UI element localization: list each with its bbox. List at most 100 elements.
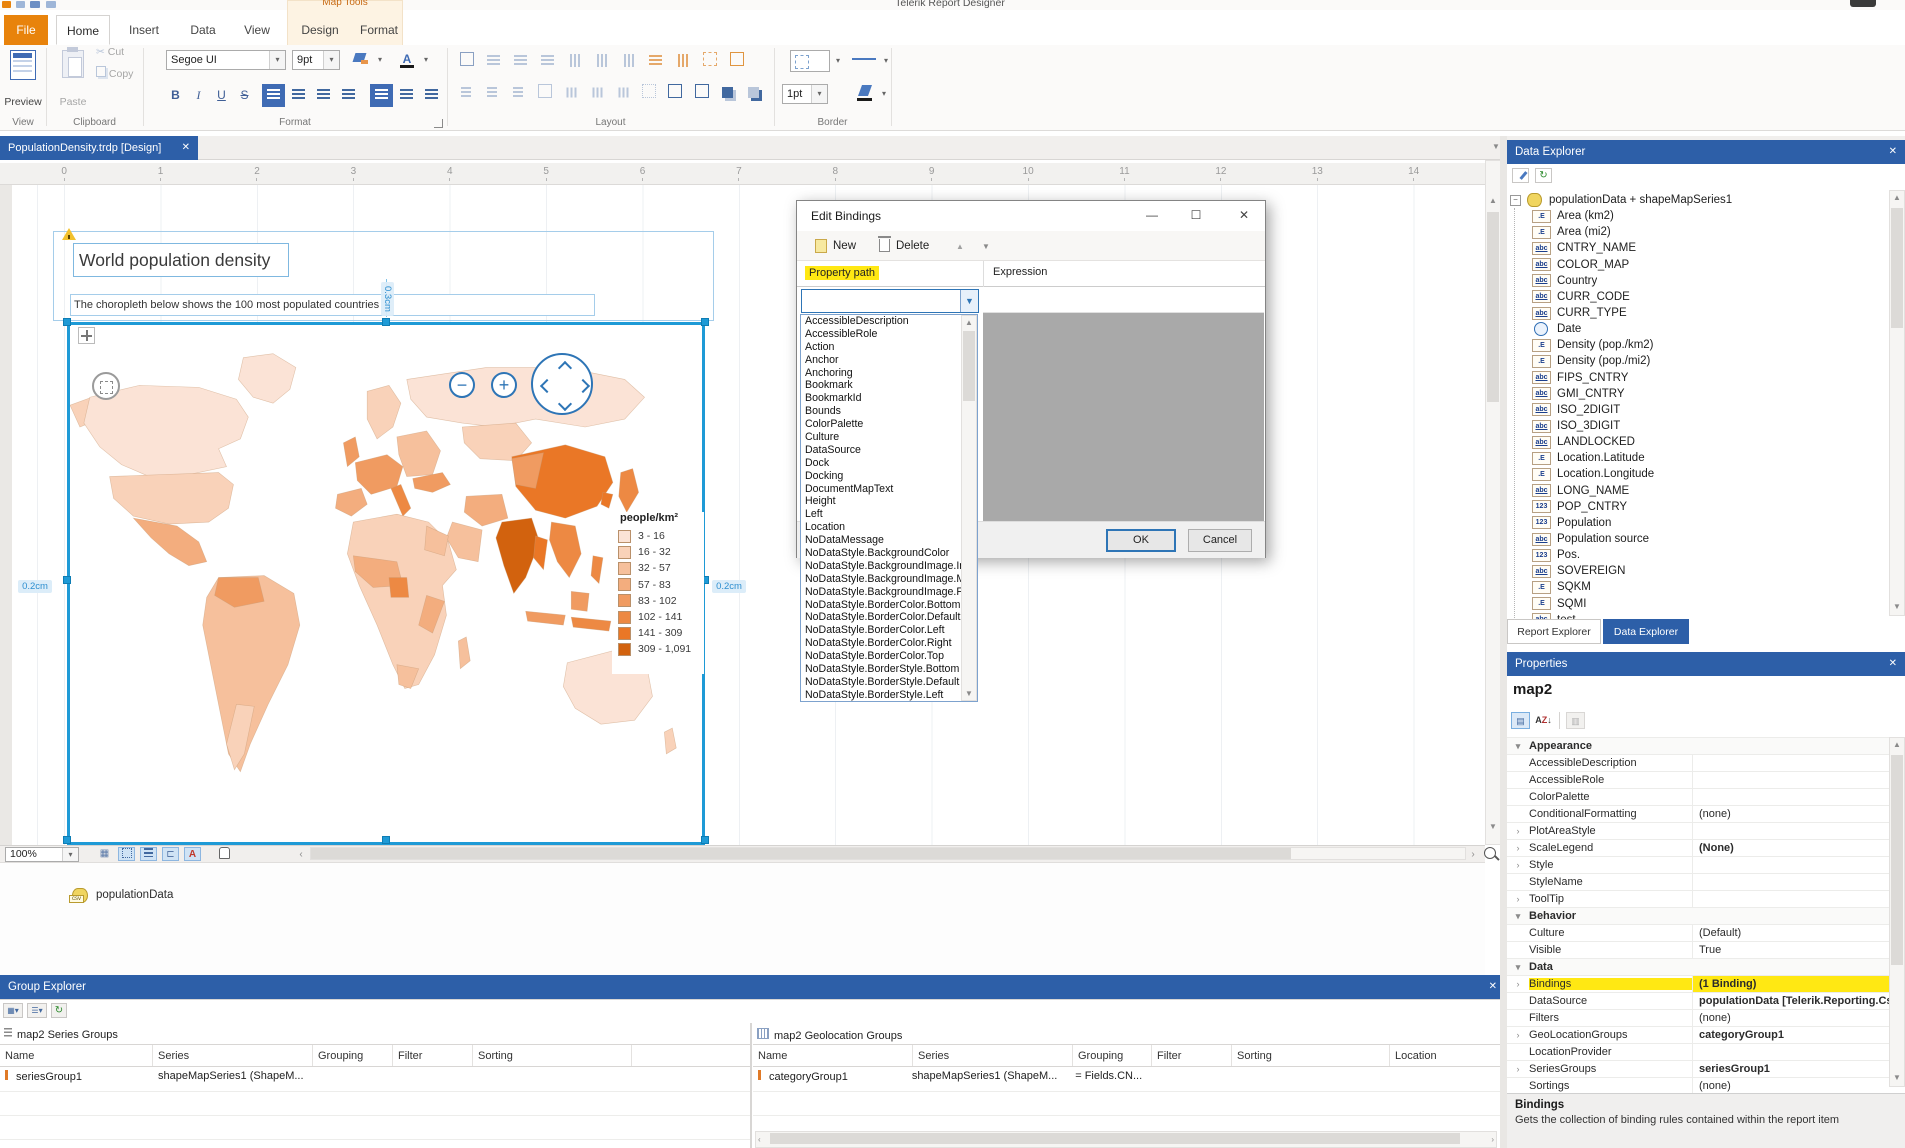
zoom-level-select[interactable]: 100%▾ [5,847,79,862]
property-row[interactable]: LocationProvider [1507,1044,1889,1061]
expander-icon[interactable]: › [1507,894,1529,904]
property-name[interactable]: Visible [1529,944,1692,956]
scroll-up-icon[interactable]: ▲ [963,318,975,327]
property-value[interactable] [1692,789,1889,805]
field-item[interactable]: 123 Pos. [1532,547,1885,563]
panel-splitter[interactable] [750,1023,752,1148]
strikethrough-button[interactable]: S [234,85,255,106]
layout-tool-icon[interactable] [638,82,660,105]
expander-icon[interactable]: ▾ [1507,962,1529,973]
property-value[interactable]: (none) [1692,806,1889,822]
column-header[interactable]: Name [0,1045,153,1066]
undo-icon[interactable] [30,1,40,8]
selection-handle[interactable] [701,318,709,326]
dropdown-list-item[interactable]: Action [801,341,977,354]
dropdown-list-item[interactable]: NoDataStyle.BorderColor.Bottom [801,599,977,612]
pan-down-icon[interactable] [558,397,572,411]
selection-handle[interactable] [701,836,709,844]
property-path-combobox[interactable]: ▼ [801,289,979,313]
column-header[interactable]: Series [913,1045,1073,1066]
property-name[interactable]: Culture [1529,927,1692,939]
layout-tool-icon[interactable] [671,50,694,73]
field-label[interactable]: SQMI [1557,598,1586,610]
field-item[interactable]: .E Density (pop./mi2) [1532,353,1885,369]
layout-tool-icon[interactable] [644,50,667,73]
property-row[interactable]: › ToolTip [1507,891,1889,908]
dropdown-list-item[interactable]: NoDataStyle.BackgroundImage.Ir [801,560,977,573]
zoom-magnifier-icon[interactable] [1484,847,1496,859]
report-subtitle-textbox[interactable]: The choropleth below shows the 100 most … [70,294,595,316]
tab-view[interactable]: View [232,15,282,45]
property-value[interactable] [1692,857,1889,873]
properties-header[interactable]: Properties ✕ [1507,652,1905,676]
property-row[interactable]: StyleName [1507,874,1889,891]
field-item[interactable]: abc Country [1532,273,1885,289]
dropdown-list-item[interactable]: AccessibleDescription [801,315,977,328]
design-horizontal-scrollbar[interactable] [310,847,1466,860]
zoom-out-button[interactable]: − [449,372,475,398]
property-row[interactable]: › ScaleLegend (None) [1507,840,1889,857]
column-header[interactable]: Series [153,1045,313,1066]
page-layout-icon[interactable] [140,847,157,861]
chevron-down-icon[interactable]: ▾ [323,51,339,69]
pan-left-icon[interactable] [540,379,554,393]
italic-button[interactable]: I [188,85,209,106]
border-color-dropdown[interactable]: ▾ [878,89,890,98]
move-up-icon[interactable]: ▲ [953,242,967,251]
selection-handle[interactable] [382,836,390,844]
map-center-control[interactable] [92,372,120,400]
property-name[interactable]: ToolTip [1529,893,1692,905]
property-row[interactable]: ▾ Appearance [1507,738,1889,755]
group-view-button[interactable]: ▦▾ [3,1003,23,1018]
property-value[interactable]: (None) [1692,840,1889,856]
field-label[interactable]: GMI_CNTRY [1557,388,1625,400]
new-binding-icon[interactable] [815,239,827,253]
layout-tool-icon[interactable] [455,50,478,73]
property-value[interactable] [1692,755,1889,771]
dropdown-list-item[interactable]: Height [801,495,977,508]
format-dialog-launcher-icon[interactable] [434,119,443,128]
dropdown-list-item[interactable]: NoDataStyle.BorderColor.Default [801,611,977,624]
scroll-down-icon[interactable]: ▼ [1487,822,1499,831]
refresh-icon[interactable]: ↻ [1535,168,1552,183]
close-icon[interactable]: ✕ [1889,652,1897,676]
scroll-up-icon[interactable]: ▲ [1487,196,1499,205]
selection-handle[interactable] [63,836,71,844]
property-value[interactable]: (none) [1692,1010,1889,1026]
group-columns-button[interactable]: ☰▾ [27,1003,47,1018]
field-label[interactable]: Date [1557,323,1581,335]
close-icon[interactable]: ✕ [182,136,190,160]
scroll-up-icon[interactable]: ▲ [1891,193,1903,202]
property-row[interactable]: Filters (none) [1507,1010,1889,1027]
cut-button[interactable]: ✂ Cut [96,46,142,62]
tab-file[interactable]: File [4,15,48,45]
field-label[interactable]: LANDLOCKED [1557,436,1635,448]
dropdown-list-item[interactable]: NoDataStyle.BackgroundColor [801,547,977,560]
property-name[interactable]: Sortings [1529,1080,1692,1092]
cancel-button[interactable]: Cancel [1188,529,1252,552]
dropdown-list-item[interactable]: Anchor [801,354,977,367]
property-value[interactable]: (none) [1692,1078,1889,1094]
property-name[interactable]: AccessibleRole [1529,774,1692,786]
property-row[interactable]: AccessibleDescription [1507,755,1889,772]
property-name[interactable]: Bindings [1529,978,1692,990]
property-row[interactable]: Culture (Default) [1507,925,1889,942]
layout-tool-icon[interactable] [698,50,721,73]
field-item[interactable]: abc Population source [1532,531,1885,547]
property-value[interactable] [1692,908,1889,924]
property-name[interactable]: ConditionalFormatting [1529,808,1692,820]
field-label[interactable]: Population source [1557,533,1649,545]
property-row[interactable]: › PlotAreaStyle [1507,823,1889,840]
delete-trash-icon[interactable] [879,239,890,252]
property-value[interactable]: categoryGroup1 [1692,1027,1889,1043]
close-icon[interactable]: ✕ [1225,201,1263,229]
scroll-thumb[interactable] [1891,755,1903,965]
align-center-button[interactable] [287,84,310,107]
group-explorer-header[interactable]: Group Explorer ✕ [0,975,1505,999]
world-map[interactable] [70,325,702,842]
redo-icon[interactable] [46,1,56,8]
property-path-dropdown-list[interactable]: AccessibleDescriptionAccessibleRoleActio… [800,314,978,702]
field-item[interactable]: abc SOVEREIGN [1532,563,1885,579]
column-header[interactable]: Grouping [313,1045,393,1066]
dropdown-list-item[interactable]: NoDataMessage [801,534,977,547]
